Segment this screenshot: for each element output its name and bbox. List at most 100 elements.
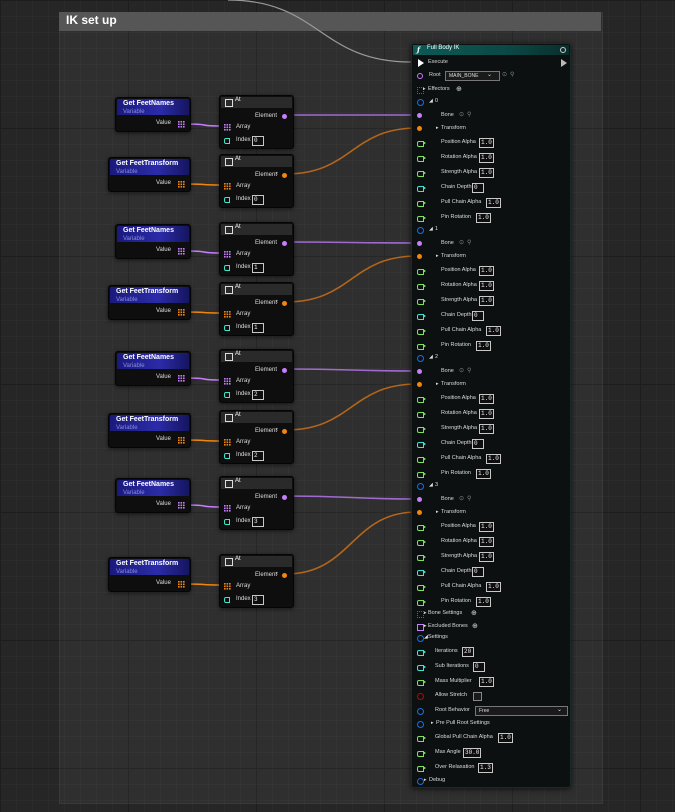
rotation-alpha-field[interactable]: 1.0 xyxy=(479,281,494,291)
strength-alpha-field[interactable]: 1.0 xyxy=(479,552,494,562)
global-pull-field[interactable]: 1.0 xyxy=(498,733,513,743)
full-body-ik-node[interactable]: ƒ Full Body IK Execute Root MAIN_BONE ⌄ ⊙ ⚲ ▸ E… xyxy=(411,43,571,788)
variable-node[interactable]: Get FeetNames Variable Value xyxy=(115,478,191,513)
at-node-header[interactable]: At xyxy=(221,556,292,567)
name-pin-icon[interactable] xyxy=(417,241,422,246)
int-pin-icon[interactable] xyxy=(224,138,230,144)
strength-alpha-field[interactable]: 1.0 xyxy=(479,424,494,434)
variable-node[interactable]: Get FeetNames Variable Value xyxy=(115,351,191,386)
browse-icon[interactable]: ⊙ xyxy=(459,367,464,374)
variable-node-header[interactable]: Get FeetTransform Variable xyxy=(110,159,189,175)
array-pin-icon[interactable] xyxy=(224,311,231,318)
at-node[interactable]: At Element Array Index 0 xyxy=(219,95,294,149)
array-pin-icon[interactable] xyxy=(178,309,185,316)
exec-pin-icon[interactable] xyxy=(418,59,424,67)
array-pin-icon[interactable] xyxy=(178,248,185,255)
position-alpha-field[interactable]: 1.0 xyxy=(479,266,494,276)
at-node-header[interactable]: At xyxy=(221,224,292,235)
array-pin-icon[interactable] xyxy=(178,581,185,588)
position-alpha-field[interactable]: 1.0 xyxy=(479,394,494,404)
struct-pin-icon[interactable] xyxy=(417,721,424,728)
variable-node[interactable]: Get FeetTransform Variable Value xyxy=(108,413,191,448)
name-pin-icon[interactable] xyxy=(282,368,287,373)
at-node-header[interactable]: At xyxy=(221,478,292,489)
struct-pin-icon[interactable] xyxy=(417,227,424,234)
variable-node[interactable]: Get FeetTransform Variable Value xyxy=(108,157,191,192)
variable-node-header[interactable]: Get FeetNames Variable xyxy=(117,480,189,496)
strength-alpha-field[interactable]: 1.0 xyxy=(479,296,494,306)
allow-stretch-checkbox[interactable] xyxy=(473,692,482,701)
index-field[interactable]: 3 xyxy=(252,595,264,605)
variable-node[interactable]: Get FeetNames Variable Value xyxy=(115,97,191,132)
index-field[interactable]: 2 xyxy=(252,451,264,461)
array-pin-icon[interactable] xyxy=(224,251,231,258)
variable-node-header[interactable]: Get FeetNames Variable xyxy=(117,99,189,115)
index-field[interactable]: 1 xyxy=(252,263,264,273)
index-field[interactable]: 0 xyxy=(252,136,264,146)
pull-chain-alpha-field[interactable]: 1.0 xyxy=(486,582,501,592)
int-pin-icon[interactable] xyxy=(224,265,230,271)
add-element-icon[interactable]: ⊕ xyxy=(472,622,478,630)
pin-rotation-field[interactable]: 1.0 xyxy=(476,597,491,607)
array-pin-icon[interactable] xyxy=(224,183,231,190)
search-icon[interactable]: ⚲ xyxy=(467,239,471,246)
index-field[interactable]: 3 xyxy=(252,517,264,527)
pull-chain-alpha-field[interactable]: 1.0 xyxy=(486,454,501,464)
variable-node[interactable]: Get FeetTransform Variable Value xyxy=(108,557,191,592)
name-pin-icon[interactable] xyxy=(282,495,287,500)
mass-multiplier-field[interactable]: 1.0 xyxy=(479,677,494,687)
at-node[interactable]: At Element Array Index 2 xyxy=(219,349,294,403)
chain-depth-field[interactable]: 0 xyxy=(472,311,484,321)
at-node-header[interactable]: At xyxy=(221,156,292,167)
array-pin-icon[interactable] xyxy=(178,437,185,444)
array-pin-icon[interactable] xyxy=(224,439,231,446)
transform-pin-icon[interactable] xyxy=(282,173,287,178)
int-pin-icon[interactable] xyxy=(224,597,230,603)
struct-pin-icon[interactable] xyxy=(417,778,424,785)
node-options-icon[interactable] xyxy=(560,47,566,53)
full-body-ik-header[interactable]: ƒ Full Body IK xyxy=(413,45,569,55)
rotation-alpha-field[interactable]: 1.0 xyxy=(479,153,494,163)
browse-icon[interactable]: ⊙ xyxy=(459,495,464,502)
rotation-alpha-field[interactable]: 1.0 xyxy=(479,409,494,419)
variable-node-header[interactable]: Get FeetTransform Variable xyxy=(110,559,189,575)
at-node[interactable]: At Element Array Index 1 xyxy=(219,222,294,276)
array-pin-icon[interactable] xyxy=(224,378,231,385)
at-node[interactable]: At Element ‹ Array Index 1 xyxy=(219,282,294,336)
name-pin-icon[interactable] xyxy=(417,369,422,374)
int-pin-icon[interactable] xyxy=(224,392,230,398)
name-pin-icon[interactable] xyxy=(417,497,422,502)
at-node-header[interactable]: At xyxy=(221,284,292,295)
at-node[interactable]: At Element Array Index 3 xyxy=(219,476,294,530)
search-icon[interactable]: ⚲ xyxy=(467,367,471,374)
array-pin-icon[interactable] xyxy=(178,375,185,382)
position-alpha-field[interactable]: 1.0 xyxy=(479,522,494,532)
root-pin-icon[interactable] xyxy=(417,73,423,79)
int-pin-icon[interactable] xyxy=(224,325,230,331)
array-pin-icon[interactable] xyxy=(224,124,231,131)
at-node-header[interactable]: At xyxy=(221,97,292,108)
at-node[interactable]: At Element ‹ Array Index 3 xyxy=(219,554,294,608)
index-field[interactable]: 2 xyxy=(252,390,264,400)
array-pin-icon[interactable] xyxy=(178,181,185,188)
chain-depth-field[interactable]: 0 xyxy=(472,183,484,193)
browse-icon[interactable]: ⊙ xyxy=(459,239,464,246)
transform-pin-icon[interactable] xyxy=(282,301,287,306)
transform-pin-icon[interactable] xyxy=(417,382,422,387)
struct-pin-icon[interactable] xyxy=(417,635,424,642)
search-icon[interactable]: ⚲ xyxy=(467,111,471,118)
max-angle-field[interactable]: 30.0 xyxy=(463,748,482,758)
array-pin-icon[interactable] xyxy=(224,505,231,512)
search-icon[interactable]: ⚲ xyxy=(510,71,514,78)
execute-out-icon[interactable] xyxy=(561,59,567,67)
over-relaxation-field[interactable]: 1.3 xyxy=(478,763,493,773)
bool-pin-icon[interactable] xyxy=(417,693,424,700)
int-pin-icon[interactable] xyxy=(224,197,230,203)
add-element-icon[interactable]: ⊕ xyxy=(471,609,477,617)
array-pin-icon[interactable] xyxy=(224,583,231,590)
array-pin-icon[interactable] xyxy=(178,502,185,509)
struct-pin-icon[interactable] xyxy=(417,708,424,715)
strength-alpha-field[interactable]: 1.0 xyxy=(479,168,494,178)
transform-pin-icon[interactable] xyxy=(282,573,287,578)
transform-pin-icon[interactable] xyxy=(417,126,422,131)
